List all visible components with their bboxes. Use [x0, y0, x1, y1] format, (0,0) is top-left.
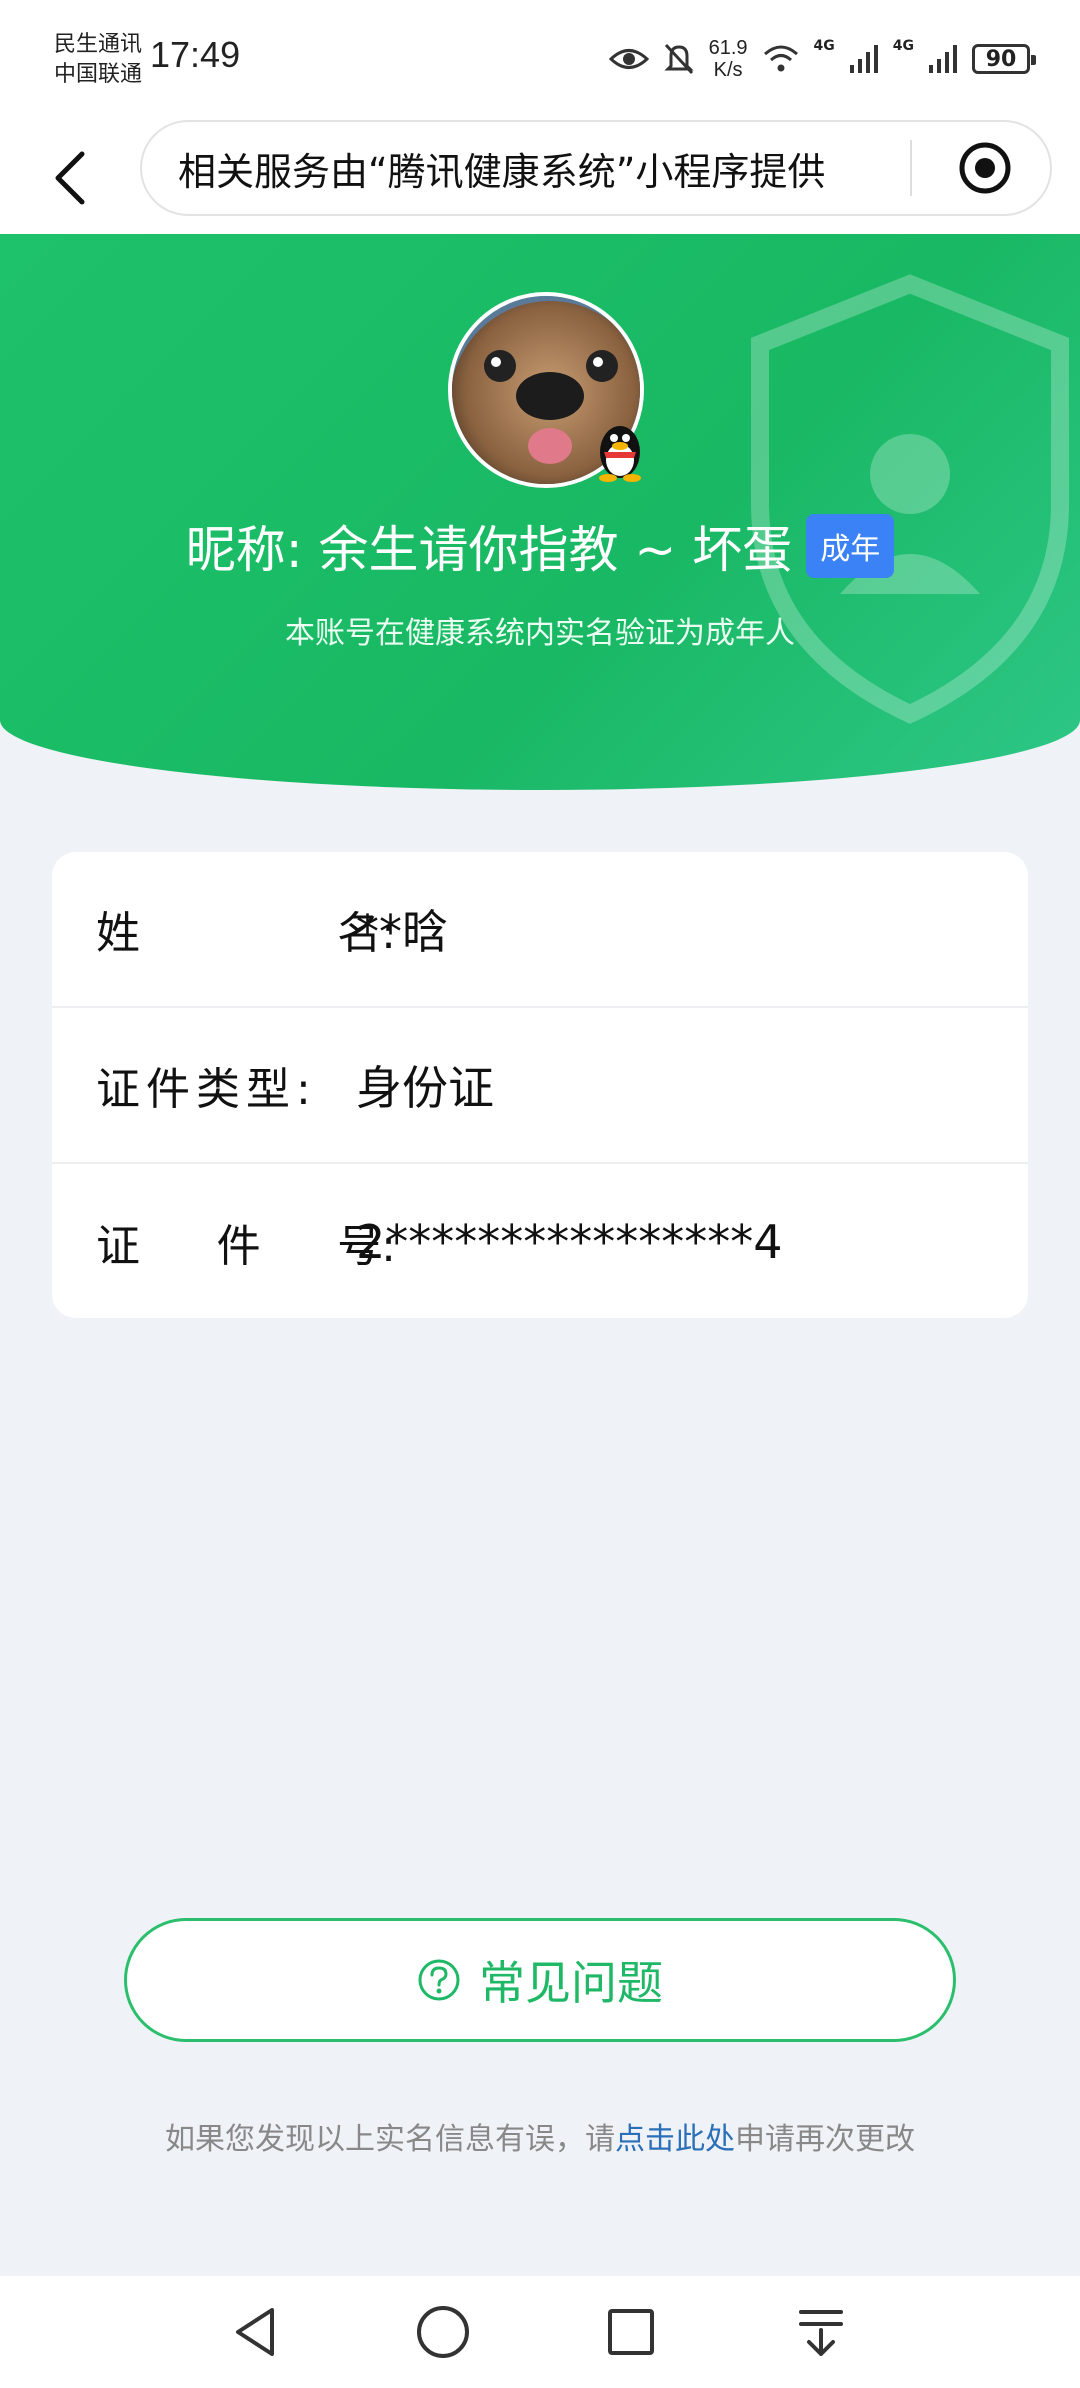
id-number-label-part: 证 — [96, 1221, 140, 1272]
mini-program-capsule: 相关服务由“腾讯健康系统”小程序提供 — [140, 120, 1052, 216]
nickname: 昵称: 余生请你指教 ~ 坏蛋 — [185, 521, 793, 579]
wifi-icon — [763, 45, 798, 72]
carrier-info: 民生通讯 中国联通 — [54, 30, 142, 90]
profile-header: 昵称: 余生请你指教 ~ 坏蛋 成年 本账号在健康系统内实名验证为成年人 — [0, 234, 1080, 790]
battery-icon: 90 — [972, 44, 1036, 74]
id-type-label-text: 证件类型: — [96, 1064, 317, 1115]
carrier-line-2: 中国联通 — [54, 62, 143, 87]
notification-pulldown-icon[interactable] — [791, 2302, 851, 2362]
eye-icon — [608, 49, 649, 69]
bell-muted-icon — [663, 43, 694, 75]
system-navigation-bar — [0, 2276, 1080, 2388]
network-speed: 61.9 K/s — [709, 37, 748, 81]
id-number-row: 证 件 号: 2****************4 — [52, 1164, 1028, 1320]
id-number-label-part: 件 — [216, 1221, 261, 1272]
correction-suffix: 申请再次更改 — [735, 2122, 915, 2157]
identity-info-card: 姓 名: **晗 证件类型: 身份证 证 件 号: 2*************… — [52, 852, 1028, 1318]
speed-unit: K/s — [713, 59, 743, 81]
status-icons: 61.9 K/s 4G 4G 90 — [608, 36, 1036, 82]
id-type-value: 身份证 — [356, 1061, 494, 1115]
speed-value: 61.9 — [708, 37, 748, 59]
id-type-row: 证件类型: 身份证 — [52, 1008, 1028, 1164]
network-type-1: 4G — [813, 38, 835, 54]
faq-label: 常见问题 — [479, 1956, 663, 2010]
correction-prefix: 如果您发现以上实名信息有误，请 — [165, 2122, 615, 2157]
faq-button[interactable]: 常见问题 — [124, 1918, 956, 2042]
name-label-part: 姓 — [96, 908, 140, 959]
service-provider-text: 相关服务由“腾讯健康系统”小程序提供 — [178, 149, 826, 194]
correction-note: 如果您发现以上实名信息有误，请点击此处申请再次更改 — [0, 2114, 1080, 2158]
navigation-bar: 相关服务由“腾讯健康系统”小程序提供 — [0, 118, 1080, 234]
click-here-link[interactable]: 点击此处 — [615, 2122, 735, 2157]
network-type-2: 4G — [892, 38, 914, 54]
signal-icon — [929, 45, 957, 73]
chevron-left-icon — [55, 151, 85, 205]
status-bar: 民生通讯 中国联通 17:49 61.9 K/s 4G 4G 90 — [0, 0, 1080, 118]
help-icon — [418, 1959, 460, 2001]
battery-level: 90 — [985, 46, 1017, 72]
name-value: **晗 — [356, 905, 448, 959]
id-number-value: 2****************4 — [356, 1215, 783, 1269]
name-row: 姓 名: **晗 — [52, 852, 1028, 1008]
adult-badge: 成年 — [806, 514, 895, 578]
verification-note: 本账号在健康系统内实名验证为成年人 — [285, 616, 795, 651]
capsule-divider — [910, 140, 912, 196]
signal-icon — [849, 45, 878, 73]
status-time: 17:49 — [150, 34, 241, 75]
home-circle-icon[interactable] — [413, 2302, 473, 2362]
carrier-line-1: 民生通讯 — [54, 32, 143, 57]
target-icon[interactable] — [958, 141, 1012, 195]
qq-penguin-icon — [599, 426, 641, 482]
recents-square-icon[interactable] — [601, 2302, 661, 2362]
nickname-row: 昵称: 余生请你指教 ~ 坏蛋 成年 — [0, 510, 1080, 582]
back-button[interactable] — [40, 138, 100, 218]
shield-icon — [751, 274, 1069, 724]
back-triangle-icon[interactable] — [226, 2302, 286, 2362]
